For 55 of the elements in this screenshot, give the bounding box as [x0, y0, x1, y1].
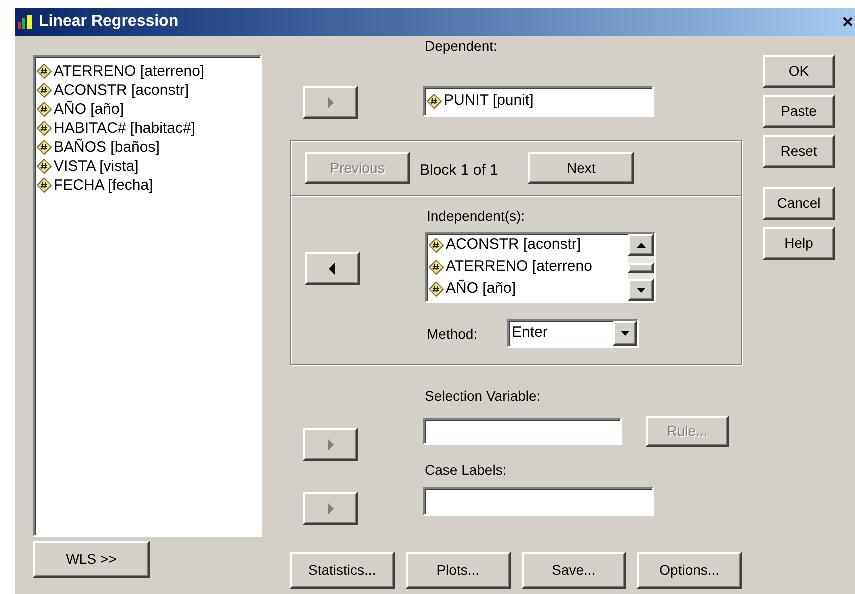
down-arrow-icon [620, 331, 630, 336]
app-icon [17, 14, 35, 30]
selection-variable-field[interactable] [423, 418, 622, 445]
scrollbar[interactable] [628, 234, 654, 301]
field-label: Method: [427, 326, 479, 342]
dialog-button[interactable]: Help [763, 227, 835, 260]
next-button[interactable]: Next [528, 152, 634, 184]
independents-list[interactable]: ACONSTR [aconstr] ATERRENO [aterreno AÑO [año] [425, 232, 656, 303]
dependent-field[interactable]: PUNIT [punit] [423, 86, 654, 117]
variable-icon [429, 238, 444, 252]
variable-icon [37, 159, 52, 174]
dialog-button[interactable]: Reset [763, 135, 835, 168]
dropdown-value: Enter [511, 323, 549, 344]
variable-icon [37, 178, 52, 193]
variable-item[interactable]: BAÑOS [baños] [54, 138, 160, 156]
dialog-button[interactable]: Save... [522, 552, 626, 589]
window-title: Linear Regression [39, 12, 179, 32]
variable-icon [427, 94, 442, 109]
dialog-button[interactable]: OK [763, 55, 835, 88]
variable-icon [37, 140, 52, 155]
case-labels-field[interactable] [423, 487, 654, 516]
dialog-button[interactable]: Options... [637, 552, 742, 589]
variable-icon [429, 282, 444, 296]
close-icon[interactable] [843, 17, 853, 27]
block-status: Block 1 of 1 [420, 160, 498, 181]
variable-icon [37, 102, 52, 117]
dialog-button[interactable]: Statistics... [290, 552, 395, 589]
variable-item[interactable]: VISTA [vista] [54, 158, 139, 176]
move-button[interactable] [305, 252, 360, 285]
dialog-button[interactable]: Cancel [763, 187, 835, 220]
wls-button[interactable]: WLS >> [33, 541, 150, 578]
variable-icon [37, 121, 52, 136]
variable-item[interactable]: HABITAC# [habitac#] [54, 120, 196, 138]
scroll-thumb[interactable] [628, 262, 654, 272]
variable-item[interactable]: ACONSTR [aconstr] [54, 82, 190, 100]
method-dropdown[interactable]: Enter [507, 319, 639, 348]
dialog-button[interactable]: Plots... [406, 552, 510, 589]
variable-item[interactable]: AÑO [año] [446, 278, 516, 300]
variable-item[interactable]: ATERRENO [aterreno] [54, 62, 205, 80]
variable-list[interactable]: ATERRENO [aterreno] ACONSTR [aconstr] AÑO [año] HABITAC# [habitac#] BAÑOS [baños] VISTA [vista] FECHA [fecha] [33, 55, 262, 537]
variable-item[interactable]: ACONSTR [aconstr] [446, 234, 582, 256]
dialog-button[interactable]: Paste [763, 95, 835, 128]
field-label: Case Labels: [425, 462, 508, 478]
field-label: Selection Variable: [425, 388, 542, 404]
field-label: Dependent: [425, 38, 498, 54]
variable-icon [37, 64, 52, 79]
up-arrow-icon [636, 242, 646, 248]
variable-item[interactable]: ATERRENO [aterreno [446, 256, 592, 278]
variable-icon [37, 83, 52, 98]
field-label: Independent(s): [427, 208, 526, 224]
variable-icon [429, 260, 444, 274]
variable-item[interactable]: FECHA [fecha] [54, 176, 154, 194]
variable-item[interactable]: AÑO [año] [54, 100, 124, 118]
field-value: PUNIT [punit] [444, 91, 534, 112]
down-arrow-icon [636, 288, 646, 292]
